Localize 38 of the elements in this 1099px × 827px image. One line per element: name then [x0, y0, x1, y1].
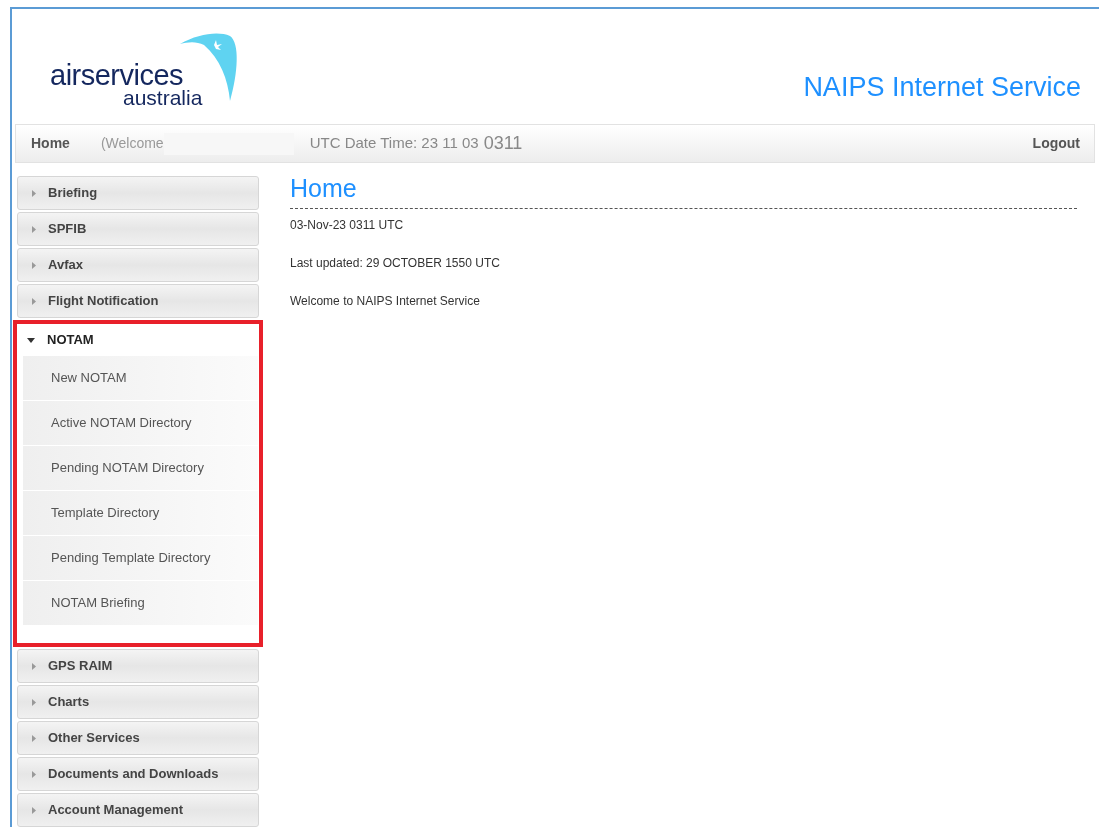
utc-label: UTC Date Time: 23 11 03 [309, 133, 479, 154]
menu-header[interactable]: GPS RAIM [17, 649, 259, 683]
logo-wordmark: airservices [50, 61, 184, 90]
logout-link[interactable]: Logout [1032, 133, 1080, 155]
submenu-item[interactable]: Active NOTAM Directory [23, 401, 258, 445]
caret-right-icon [32, 662, 36, 670]
welcome-text: (Welcome [100, 134, 164, 154]
submenu-item[interactable]: NOTAM Briefing [23, 581, 258, 625]
info-text: Welcome to NAIPS Internet Service [290, 293, 481, 309]
caret-right-icon [32, 734, 36, 742]
site-title: NAIPS Internet Service [803, 71, 1081, 104]
menu-header[interactable]: Avfax [17, 248, 259, 282]
menu-header[interactable]: Documents and Downloads [17, 757, 259, 791]
submenu-item[interactable]: New NOTAM [23, 356, 258, 400]
menu-header[interactable]: Charts [17, 685, 259, 719]
home-link[interactable]: Home [31, 133, 70, 155]
menu-header[interactable]: SPFIB [17, 212, 259, 246]
info-text: 03-Nov-23 0311 UTC [290, 217, 405, 233]
caret-right-icon [32, 297, 36, 305]
caret-right-icon [32, 189, 36, 197]
submenu-item[interactable]: Pending NOTAM Directory [23, 446, 258, 490]
caret-down-icon [27, 337, 35, 343]
caret-right-icon [32, 698, 36, 706]
menu-header[interactable]: Account Management [17, 793, 259, 827]
caret-right-icon [32, 261, 36, 269]
logo-subtitle: australia [123, 87, 203, 108]
menu-header[interactable]: Other Services [17, 721, 259, 755]
caret-right-icon [32, 770, 36, 778]
utc-time: 0311 [483, 132, 523, 156]
submenu-item[interactable]: Template Directory [23, 491, 258, 535]
caret-right-icon [32, 225, 36, 233]
menu-header[interactable]: NOTAM [17, 324, 259, 356]
info-text: Last updated: 29 OCTOBER 1550 UTC [290, 255, 501, 271]
menu-header[interactable]: Briefing [17, 176, 259, 210]
menu-header[interactable]: Flight Notification [17, 284, 259, 318]
page-heading: Home [290, 173, 358, 203]
submenu-item[interactable]: Pending Template Directory [23, 536, 258, 580]
caret-right-icon [32, 806, 36, 814]
